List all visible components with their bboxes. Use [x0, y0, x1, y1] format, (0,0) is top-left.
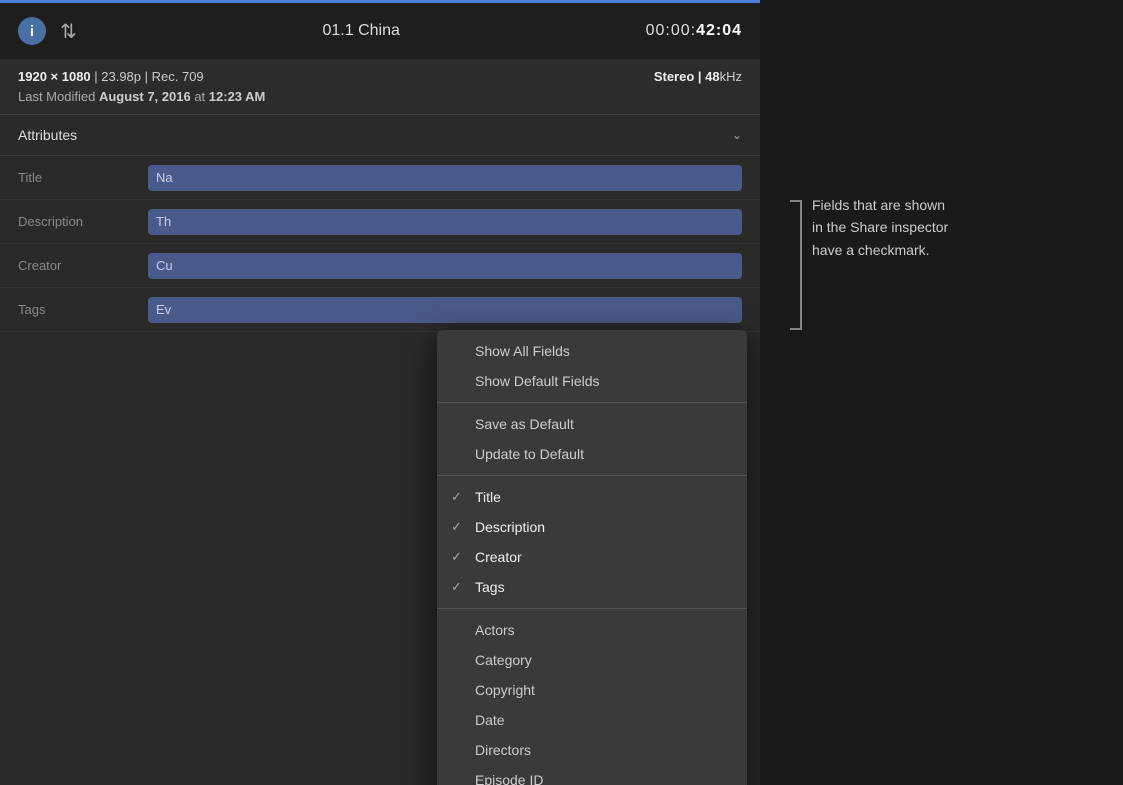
attr-row-creator: Creator Cu [0, 244, 760, 288]
meta-modified-date: August 7, 2016 [99, 89, 191, 104]
menu-item-title[interactable]: Title [437, 482, 747, 512]
menu-item-show-default[interactable]: Show Default Fields [437, 366, 747, 396]
menu-item-date[interactable]: Date [437, 705, 747, 735]
attr-value-tags[interactable]: Ev [148, 297, 742, 323]
top-bar: i ⇅ 01.1 China 00:00:42:04 [0, 3, 760, 59]
info-icon[interactable]: i [18, 17, 46, 45]
meta-audio-bold: 48 [705, 69, 719, 84]
meta-audio-label: Stereo | [654, 69, 705, 84]
meta-modified-time: 12:23 AM [209, 89, 266, 104]
menu-item-category[interactable]: Category [437, 645, 747, 675]
share-icon[interactable]: ⇅ [60, 19, 77, 44]
menu-section-save: Save as Default Update to Default [437, 403, 747, 476]
attr-label-tags: Tags [18, 302, 148, 317]
annotation-bracket [790, 200, 802, 330]
meta-modified-prefix: Last Modified [18, 89, 99, 104]
menu-item-episode-id[interactable]: Episode ID [437, 765, 747, 785]
dropdown-menu: Show All Fields Show Default Fields Save… [437, 330, 747, 785]
annotation-box: Fields that are shownin the Share inspec… [790, 200, 948, 330]
menu-item-tags[interactable]: Tags [437, 572, 747, 602]
chevron-down-icon[interactable]: ⌄ [732, 128, 742, 142]
attr-row-tags: Tags Ev [0, 288, 760, 332]
timecode: 00:00:42:04 [646, 22, 742, 40]
annotation-text: Fields that are shownin the Share inspec… [812, 194, 948, 261]
meta-bar: 1920 × 1080 | 23.98p | Rec. 709 Stereo |… [0, 59, 760, 115]
meta-audio-suffix: kHz [720, 69, 742, 84]
attr-value-creator[interactable]: Cu [148, 253, 742, 279]
attributes-title: Attributes [18, 127, 77, 143]
menu-item-actors[interactable]: Actors [437, 615, 747, 645]
attr-row-description: Description Th [0, 200, 760, 244]
attr-label-creator: Creator [18, 258, 148, 273]
menu-item-directors[interactable]: Directors [437, 735, 747, 765]
right-panel: Fields that are shownin the Share inspec… [760, 0, 1123, 785]
meta-spec: | 23.98p | Rec. 709 [91, 69, 204, 84]
meta-resolution: 1920 × 1080 [18, 69, 91, 84]
menu-item-show-all[interactable]: Show All Fields [437, 336, 747, 366]
timecode-prefix: 00:00: [646, 22, 696, 39]
left-panel: i ⇅ 01.1 China 00:00:42:04 1920 × 1080 |… [0, 0, 760, 785]
attributes-header: Attributes ⌄ [0, 115, 760, 156]
top-bar-left: i ⇅ [18, 17, 77, 45]
meta-specs: 1920 × 1080 | 23.98p | Rec. 709 Stereo |… [18, 69, 742, 84]
menu-item-creator[interactable]: Creator [437, 542, 747, 572]
attr-row-title: Title Na [0, 156, 760, 200]
menu-item-save-default[interactable]: Save as Default [437, 409, 747, 439]
menu-section-show: Show All Fields Show Default Fields [437, 330, 747, 403]
attr-value-title[interactable]: Na [148, 165, 742, 191]
attr-label-description: Description [18, 214, 148, 229]
timecode-bold: 42:04 [696, 22, 742, 39]
clip-title: 01.1 China [322, 22, 399, 40]
attr-label-title: Title [18, 170, 148, 185]
menu-section-unchecked: Actors Category Copyright Date Directors… [437, 609, 747, 785]
menu-section-checked: Title Description Creator Tags [437, 476, 747, 609]
menu-item-description[interactable]: Description [437, 512, 747, 542]
menu-item-update-default[interactable]: Update to Default [437, 439, 747, 469]
attr-value-description[interactable]: Th [148, 209, 742, 235]
meta-modified-mid: at [191, 89, 209, 104]
meta-modified: Last Modified August 7, 2016 at 12:23 AM [18, 89, 742, 104]
menu-item-copyright[interactable]: Copyright [437, 675, 747, 705]
attributes-section: Attributes ⌄ Title Na Description Th Cre… [0, 115, 760, 785]
